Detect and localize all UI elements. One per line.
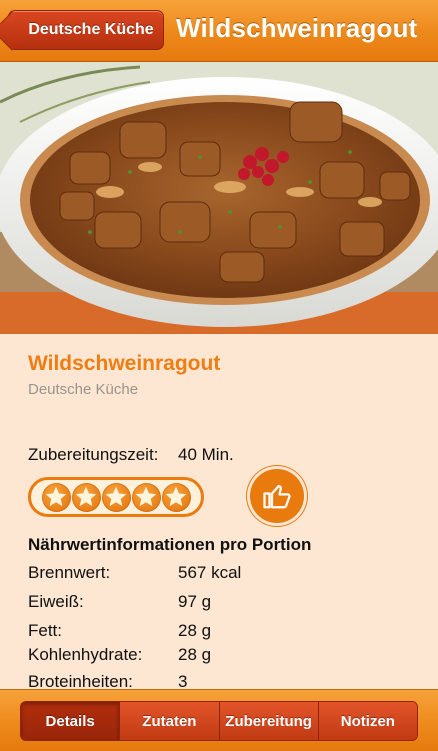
nutrition-label-protein: Eiweiß: (28, 592, 84, 611)
recipe-category: Deutsche Küche (28, 381, 139, 398)
nutrition-value-fat: 28 g (178, 621, 212, 640)
star-icon[interactable] (101, 482, 131, 512)
nav-title: Wildschweinragout (176, 13, 418, 43)
nutrition-value-carbs: 28 g (178, 645, 212, 664)
like-button[interactable] (250, 469, 304, 523)
prep-time-value: 40 Min. (178, 445, 234, 464)
rating-stars[interactable] (28, 477, 204, 517)
star-icon[interactable] (41, 482, 71, 512)
prep-time-label: Zubereitungszeit: (28, 445, 159, 464)
nutrition-heading: Nährwertinformationen pro Portion (28, 535, 312, 554)
tab-notes[interactable]: Notizen (317, 702, 417, 740)
nutrition-value-protein: 97 g (178, 592, 212, 611)
back-button-label: Deutsche Küche (28, 21, 154, 38)
thumbs-up-icon (263, 484, 291, 509)
nutrition-label-fat: Fett: (28, 621, 63, 640)
star-icon[interactable] (71, 482, 101, 512)
segmented-tabs: Details Zutaten Zubereitung Notizen (20, 701, 418, 741)
tab-ingredients[interactable]: Zutaten (119, 702, 219, 740)
star-icon[interactable] (131, 482, 161, 512)
back-button[interactable]: Deutsche Küche (8, 10, 164, 50)
dish-image (0, 62, 438, 334)
nutrition-label-carbs: Kohlenhydrate: (28, 645, 143, 664)
dish-photo (0, 62, 438, 334)
star-icon[interactable] (161, 482, 191, 512)
tab-preparation[interactable]: Zubereitung (218, 702, 318, 740)
recipe-title: Wildschweinragout (28, 352, 221, 375)
nutrition-label-energy: Brennwert: (28, 563, 111, 582)
navigation-bar: Deutsche Küche Wildschweinragout (0, 0, 438, 62)
nutrition-value-energy: 567 kcal (178, 563, 242, 582)
tab-details[interactable]: Details (21, 702, 120, 740)
tab-bar: Details Zutaten Zubereitung Notizen (0, 689, 438, 751)
